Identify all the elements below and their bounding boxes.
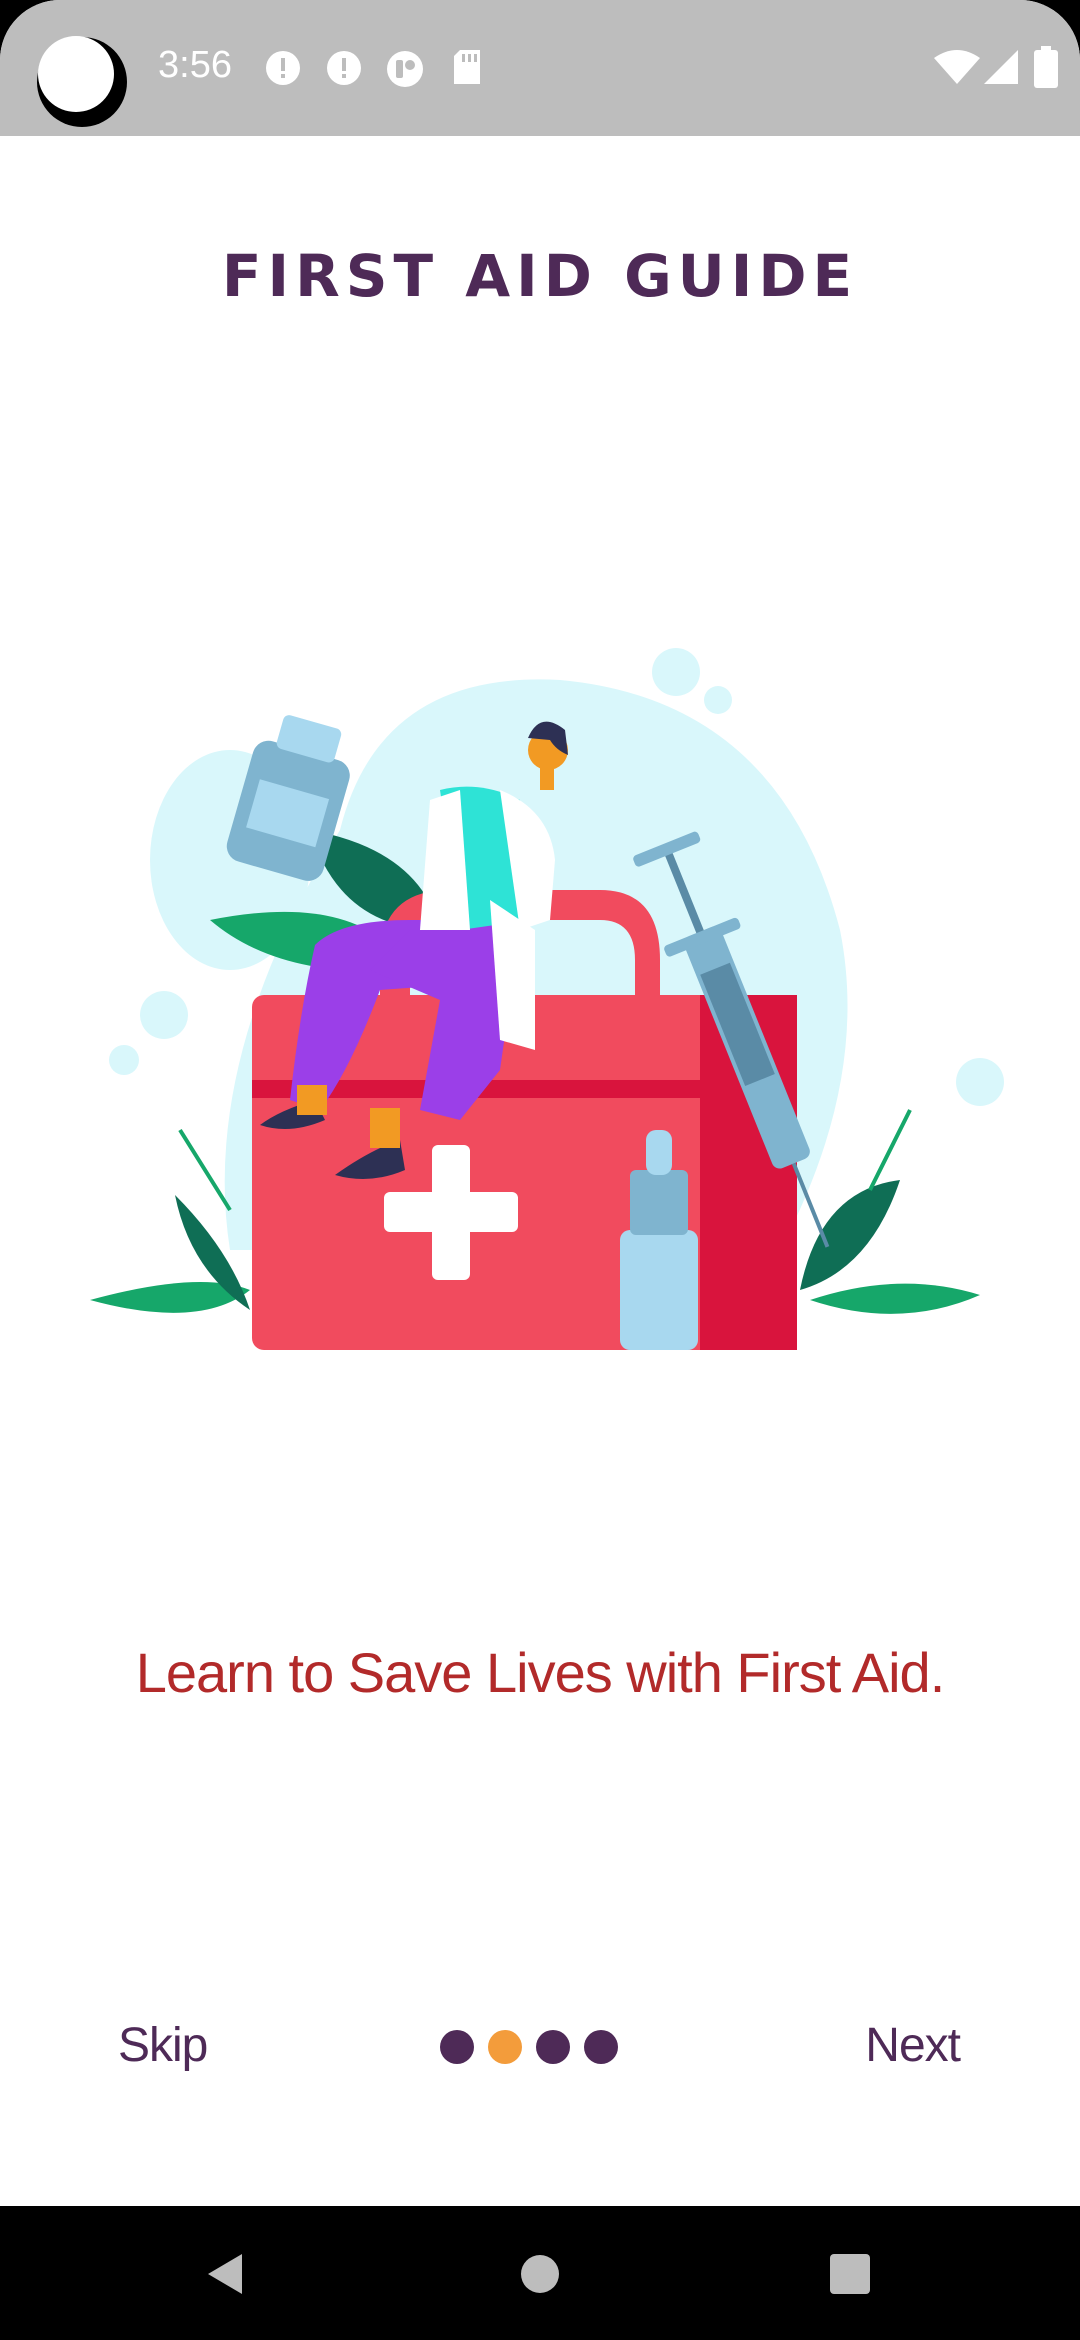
system-nav-bar: [0, 2206, 1080, 2340]
next-button[interactable]: Next: [865, 2018, 961, 2073]
alert-icon: [327, 51, 361, 85]
battery-icon: [1034, 46, 1058, 88]
sd-card-icon: [454, 50, 480, 84]
podcast-icon: [387, 51, 423, 87]
page-dot-1[interactable]: [440, 2030, 474, 2064]
phone-screen: 3:56 FIRST AID GUIDE Learn to Save Lives…: [0, 0, 1080, 2340]
signal-icon: [984, 50, 1018, 84]
page-dot-3[interactable]: [536, 2030, 570, 2064]
home-icon[interactable]: [520, 2254, 560, 2294]
wifi-icon: [934, 50, 980, 84]
page-indicator: [440, 2030, 620, 2070]
recents-icon[interactable]: [830, 2254, 870, 2294]
page-dot-2-active[interactable]: [488, 2030, 522, 2064]
page-title: FIRST AID GUIDE: [221, 242, 859, 310]
status-bar: 3:56: [0, 0, 1080, 136]
page-dot-4[interactable]: [584, 2030, 618, 2064]
status-time: 3:56: [158, 44, 232, 86]
back-icon[interactable]: [204, 2252, 244, 2296]
first-aid-illustration: [90, 648, 1004, 1350]
onboarding-tagline: Learn to Save Lives with First Aid.: [135, 1641, 946, 1704]
onboarding-controls: Skip Next: [0, 2010, 1080, 2090]
alert-icon: [266, 51, 300, 85]
skip-button[interactable]: Skip: [118, 2018, 208, 2073]
moon-avatar-icon: [37, 36, 127, 127]
